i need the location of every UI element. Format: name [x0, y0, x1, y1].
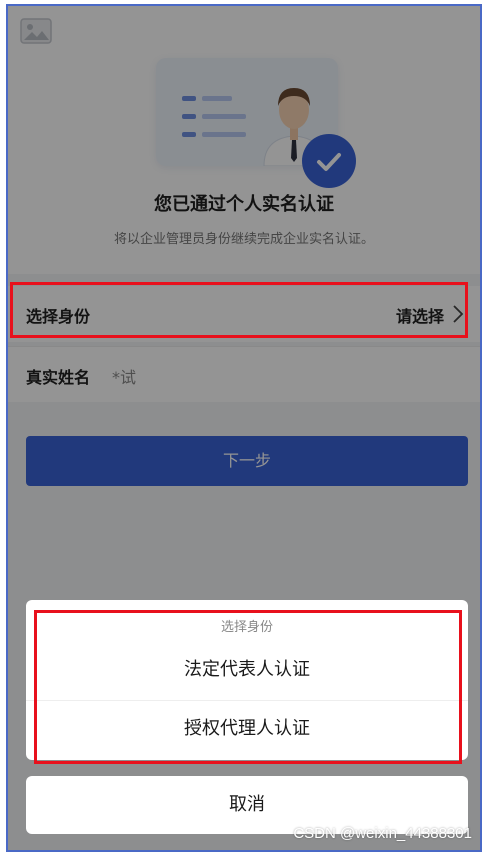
image-placeholder-icon [20, 18, 52, 44]
identity-label: 选择身份 [26, 307, 91, 326]
option-authorized-agent[interactable]: 授权代理人认证 [26, 700, 468, 757]
check-badge-icon [302, 134, 356, 188]
select-identity-row[interactable]: 选择身份 请选择 [8, 286, 480, 342]
phone-screen: 您已通过个人实名认证 将以企业管理员身份继续完成企业实名认证。 选择身份 请选择… [6, 4, 482, 852]
chevron-right-icon[interactable] [452, 305, 464, 323]
real-name-row: 真实姓名 *试 [8, 346, 480, 402]
next-step-button[interactable]: 下一步 [26, 436, 468, 486]
verification-subtitle: 将以企业管理员身份继续完成企业实名认证。 [113, 232, 374, 247]
real-name-value: *试 [112, 368, 137, 387]
real-name-label: 真实姓名 [26, 368, 91, 387]
identity-value[interactable]: 请选择 [396, 303, 444, 327]
watermark: CSDN @weixin_44388301 [293, 825, 472, 842]
verification-title: 您已通过个人实名认证 [154, 194, 334, 215]
action-sheet-title: 选择身份 [220, 620, 273, 635]
action-sheet: 选择身份 法定代表人认证 授权代理人认证 [26, 600, 468, 760]
hero-section: 您已通过个人实名认证 将以企业管理员身份继续完成企业实名认证。 [8, 6, 480, 274]
option-legal-representative[interactable]: 法定代表人认证 [26, 642, 468, 698]
